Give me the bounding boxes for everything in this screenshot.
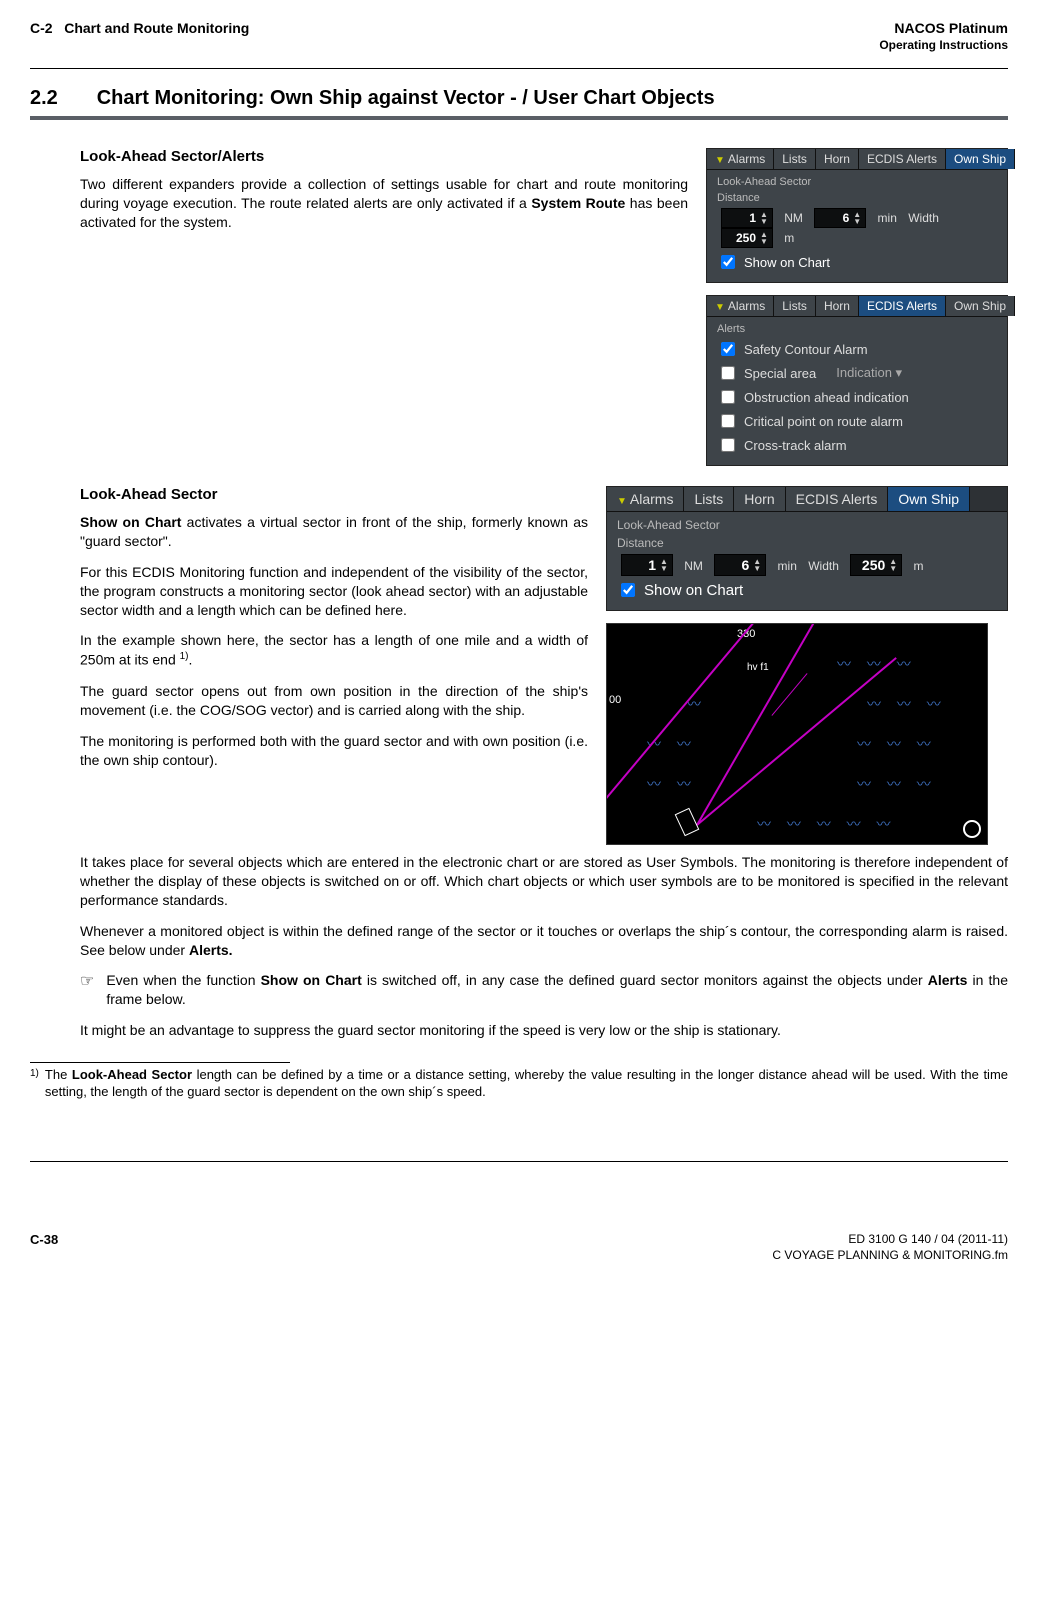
para-p3: In the example shown here, the sector ha… bbox=[80, 631, 588, 669]
footer-file: C VOYAGE PLANNING & MONITORING.fm bbox=[772, 1248, 1008, 1264]
note-show-on-chart: ☞ Even when the function Show on Chart i… bbox=[80, 971, 1008, 1009]
nm-stepper-big[interactable]: 1▲▼ bbox=[621, 554, 673, 576]
sector-hv-label: hv f1 bbox=[747, 662, 769, 673]
section-underline bbox=[30, 116, 1008, 120]
para-p4: The guard sector opens out from own posi… bbox=[80, 682, 588, 720]
tab-own-ship-big[interactable]: Own Ship bbox=[888, 487, 970, 511]
chapter-title: Chart and Route Monitoring bbox=[64, 20, 249, 36]
own-ship-icon bbox=[675, 808, 700, 837]
show-on-chart-checkbox-big[interactable]: Show on Chart bbox=[617, 580, 997, 600]
subheading-look-ahead-alerts: Look-Ahead Sector/Alerts bbox=[80, 148, 688, 165]
tab-ecdis[interactable]: ECDIS Alerts bbox=[859, 149, 946, 169]
tab-lists-2[interactable]: Lists bbox=[774, 296, 816, 316]
tab-alarms-2[interactable]: ▼Alarms bbox=[707, 296, 774, 316]
tab-horn-big[interactable]: Horn bbox=[734, 487, 785, 511]
group-label-alerts: Alerts bbox=[717, 323, 997, 335]
tab-own-ship[interactable]: Own Ship bbox=[946, 149, 1015, 169]
chk-critical-point[interactable]: Critical point on route alarm bbox=[717, 411, 997, 431]
tab-alarms[interactable]: ▼Alarms bbox=[707, 149, 774, 169]
chk-cross-track[interactable]: Cross-track alarm bbox=[717, 435, 997, 455]
alerts-panel-small: ▼Alarms Lists Horn ECDIS Alerts Own Ship… bbox=[706, 295, 1008, 466]
distance-row: 1▲▼ NM 6▲▼ min Width 250▲▼ m bbox=[717, 208, 997, 248]
para-p1: Show on Chart activates a virtual sector… bbox=[80, 513, 588, 551]
para-p8: It might be an advantage to suppress the… bbox=[80, 1021, 1008, 1040]
width-unit: m bbox=[784, 231, 794, 245]
min-unit: min bbox=[878, 211, 897, 225]
tab-ecdis-big[interactable]: ECDIS Alerts bbox=[786, 487, 889, 511]
tab-own-ship-2[interactable]: Own Ship bbox=[946, 296, 1015, 316]
header-rule bbox=[30, 68, 1008, 69]
footer-rule bbox=[30, 1161, 1008, 1162]
tab-lists[interactable]: Lists bbox=[774, 149, 816, 169]
show-on-chart-input[interactable] bbox=[721, 255, 735, 269]
min-stepper[interactable]: 6▲▼ bbox=[814, 208, 866, 228]
pointing-hand-icon: ☞ bbox=[80, 971, 94, 1009]
distance-label-big: Distance bbox=[617, 536, 997, 550]
chk-special-area[interactable]: Special areaIndication ▾ bbox=[717, 363, 997, 383]
chk-safety-contour[interactable]: Safety Contour Alarm bbox=[717, 339, 997, 359]
para-p6: It takes place for several objects which… bbox=[80, 853, 1008, 910]
guard-sector-diagram: 330 hv f1 00 〰 〰 〰 〰 〰 〰 〰 〰 〰 〰 〰 〰 〰 〰… bbox=[606, 623, 988, 845]
chapter-code: C-2 bbox=[30, 20, 53, 36]
width-stepper[interactable]: 250▲▼ bbox=[721, 228, 773, 248]
section-number: 2.2 bbox=[30, 87, 58, 109]
tab-lists-big[interactable]: Lists bbox=[684, 487, 734, 511]
para-p7: Whenever a monitored object is within th… bbox=[80, 922, 1008, 960]
width-label-big: Width bbox=[808, 559, 839, 573]
distance-label: Distance bbox=[717, 192, 997, 204]
nm-stepper[interactable]: 1▲▼ bbox=[721, 208, 773, 228]
show-on-chart-checkbox[interactable]: Show on Chart bbox=[717, 252, 997, 272]
group-label-lookahead: Look-Ahead Sector bbox=[717, 176, 997, 188]
min-stepper-big[interactable]: 6▲▼ bbox=[714, 554, 766, 576]
footer-doc-code: ED 3100 G 140 / 04 (2011-11) bbox=[772, 1232, 1008, 1248]
group-label-lookahead-big: Look-Ahead Sector bbox=[617, 518, 997, 532]
width-label: Width bbox=[908, 211, 939, 225]
product-name: NACOS Platinum bbox=[894, 20, 1008, 36]
lookahead-panel-small: ▼Alarms Lists Horn ECDIS Alerts Own Ship… bbox=[706, 148, 1008, 283]
subheading-look-ahead-sector: Look-Ahead Sector bbox=[80, 486, 588, 503]
nm-unit-big: NM bbox=[684, 559, 703, 573]
tab-ecdis-2[interactable]: ECDIS Alerts bbox=[859, 296, 946, 316]
tab-alarms-big[interactable]: ▼Alarms bbox=[607, 487, 684, 511]
corner-ring-icon bbox=[963, 820, 981, 838]
doc-subtitle: Operating Instructions bbox=[30, 38, 1008, 52]
para-p5: The monitoring is performed both with th… bbox=[80, 732, 588, 770]
section-heading: Chart Monitoring: Own Ship against Vecto… bbox=[97, 87, 715, 109]
tab-horn-2[interactable]: Horn bbox=[816, 296, 859, 316]
min-unit-big: min bbox=[778, 559, 797, 573]
indication-dropdown[interactable]: Indication ▾ bbox=[836, 365, 902, 381]
nm-unit: NM bbox=[784, 211, 803, 225]
distance-row-big: 1▲▼ NM 6▲▼ min Width 250▲▼ m bbox=[617, 554, 997, 576]
footnote-1: 1) The Look-Ahead Sector length can be d… bbox=[30, 1067, 1008, 1101]
show-on-chart-input-big[interactable] bbox=[621, 583, 635, 597]
para-intro: Two different expanders provide a collec… bbox=[80, 175, 688, 232]
page-number: C-38 bbox=[30, 1232, 58, 1263]
lookahead-panel-big: ▼Alarms Lists Horn ECDIS Alerts Own Ship… bbox=[606, 486, 1008, 611]
width-unit-big: m bbox=[914, 559, 924, 573]
footnote-rule bbox=[30, 1062, 290, 1063]
para-p2: For this ECDIS Monitoring function and i… bbox=[80, 563, 588, 620]
tab-horn[interactable]: Horn bbox=[816, 149, 859, 169]
width-stepper-big[interactable]: 250▲▼ bbox=[850, 554, 902, 576]
sector-zero-label: 00 bbox=[609, 694, 621, 706]
chk-obstruction-ahead[interactable]: Obstruction ahead indication bbox=[717, 387, 997, 407]
